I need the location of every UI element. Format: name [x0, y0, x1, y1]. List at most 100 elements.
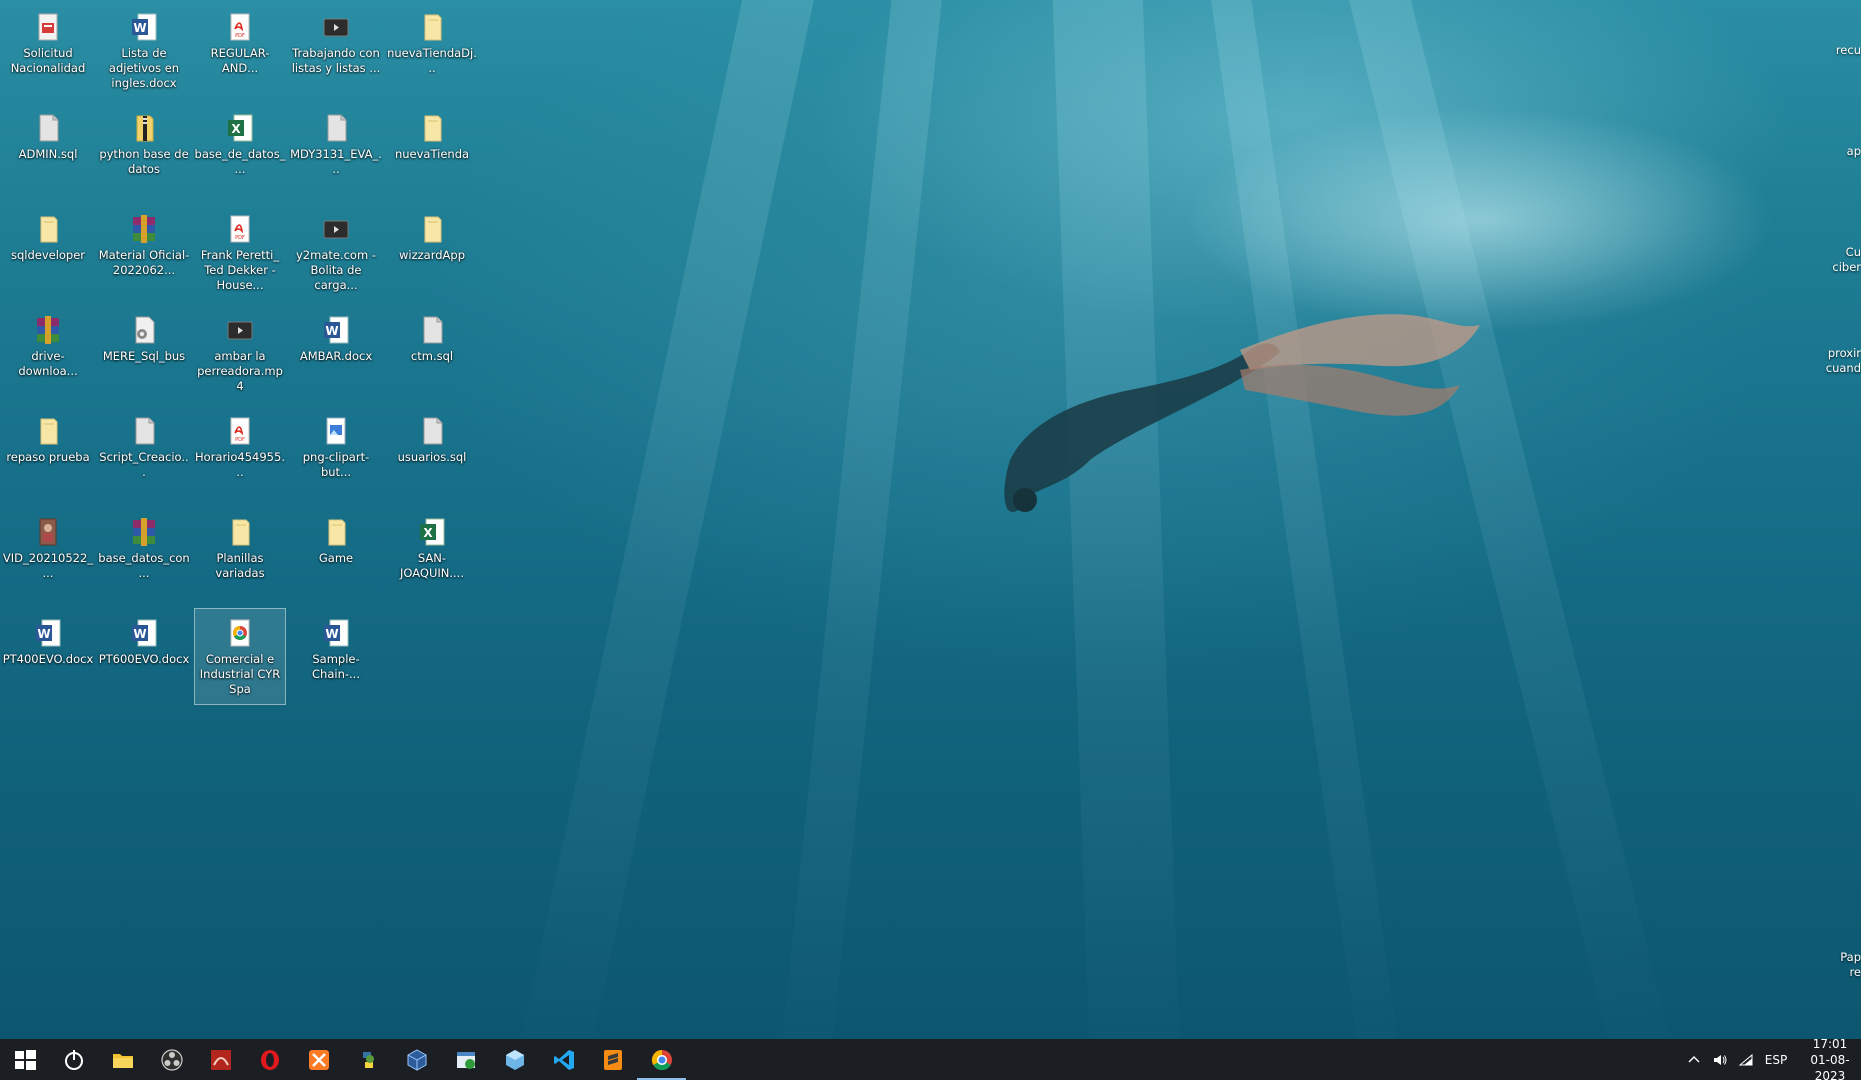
- desktop-icon-label: Planillas variadas: [215, 551, 265, 580]
- desktop-icon[interactable]: Xbase_de_datos_...: [194, 103, 286, 200]
- desktop-icon[interactable]: Material Oficial-2022062...: [98, 204, 190, 301]
- volume-icon[interactable]: [1707, 1039, 1733, 1080]
- desktop-icon-label: ambar la perreadora.mp4: [197, 349, 283, 393]
- desktop-icon-label: Game: [318, 551, 354, 565]
- desktop-icon-label: base_de_datos_...: [194, 147, 286, 176]
- desktop-icon[interactable]: PDF REGULAR-AND...: [194, 2, 286, 99]
- sql-file-icon: [135, 417, 155, 445]
- partial-desktop-label[interactable]: cuand: [1821, 361, 1861, 376]
- taskbar-button[interactable]: [245, 1039, 294, 1080]
- taskbar-button[interactable]: [196, 1039, 245, 1080]
- image-icon: [326, 417, 346, 445]
- start-icon: [14, 1049, 36, 1070]
- desktop-icon[interactable]: W PT600EVO.docx: [98, 608, 190, 705]
- taskbar-button[interactable]: [539, 1039, 588, 1080]
- taskbar-button[interactable]: [343, 1039, 392, 1080]
- word-icon: W: [324, 619, 349, 647]
- vscode-icon: [553, 1049, 574, 1070]
- desktop-icon[interactable]: base_datos_con...: [98, 507, 190, 604]
- partial-desktop-label[interactable]: proxir: [1821, 346, 1861, 361]
- excel-icon: X: [420, 518, 445, 546]
- svg-text:X: X: [231, 122, 241, 136]
- taskbar-button[interactable]: [49, 1039, 98, 1080]
- desktop-icon[interactable]: nuevaTiendaDj...: [386, 2, 478, 99]
- desktop-wallpaper[interactable]: Solicitud Nacionalidad W Lista de adjetivo…: [0, 0, 1861, 1039]
- desktop-icon[interactable]: PDF Frank Peretti_ Ted Dekker - House...: [194, 204, 286, 301]
- input-language-indicator[interactable]: ESP: [1759, 1053, 1793, 1067]
- desktop-icon[interactable]: Game: [290, 507, 382, 604]
- system-tray: ESP 17:01 01-08-2023: [1681, 1037, 1861, 1083]
- taskbar-button[interactable]: [0, 1039, 49, 1080]
- desktop-icon-label: AMBAR.docx: [299, 349, 373, 363]
- network-wifi-icon[interactable]: [1733, 1039, 1759, 1080]
- svg-text:X: X: [423, 526, 433, 540]
- light-ray: [774, 0, 950, 1039]
- desktop-icon[interactable]: sqldeveloper: [2, 204, 94, 301]
- desktop-icon[interactable]: usuarios.sql: [386, 406, 478, 503]
- xampp-icon: [308, 1049, 329, 1070]
- desktop-icon-label: drive-downloa...: [18, 349, 78, 378]
- mysql-workbench-icon: [210, 1049, 231, 1070]
- desktop-icon[interactable]: Script_Creacio...: [98, 406, 190, 503]
- desktop-icon[interactable]: Comercial e Industrial CYR Spa: [194, 608, 286, 705]
- desktop-icon[interactable]: png-clipart-but...: [290, 406, 382, 503]
- desktop-icon[interactable]: VID_20210522_...: [2, 507, 94, 604]
- sublime-text-icon: [603, 1049, 622, 1070]
- desktop-icon-label: Material Oficial-2022062...: [98, 248, 190, 277]
- svg-text:W: W: [133, 21, 146, 35]
- taskbar-button[interactable]: [490, 1039, 539, 1080]
- taskbar-clock[interactable]: 17:01 01-08-2023: [1799, 1036, 1861, 1084]
- desktop-icon[interactable]: PDF Horario454955...: [194, 406, 286, 503]
- partial-desktop-label[interactable]: Pap: [1821, 950, 1861, 965]
- word-icon: W: [324, 316, 349, 344]
- desktop-icon[interactable]: repaso prueba: [2, 406, 94, 503]
- desktop-icon[interactable]: ADMIN.sql: [2, 103, 94, 200]
- desktop-icon[interactable]: X SAN-JOAQUIN....: [386, 507, 478, 604]
- desktop-icon[interactable]: nuevaTienda: [386, 103, 478, 200]
- desktop-icon-label: MDY3131_EVA_...: [290, 147, 382, 176]
- desktop-icon[interactable]: W AMBAR.docx: [290, 305, 382, 402]
- desktop-icon-label: Comercial e Industrial CYR Spa: [199, 652, 281, 696]
- desktop-icon-label: Trabajando con listas y listas ...: [291, 46, 381, 75]
- taskbar-button[interactable]: [147, 1039, 196, 1080]
- video-icon: [323, 18, 349, 37]
- desktop-icon-label: wizzardApp: [398, 248, 465, 262]
- taskbar-button[interactable]: [392, 1039, 441, 1080]
- desktop-icon[interactable]: ctm.sql: [386, 305, 478, 402]
- desktop-icon[interactable]: drive-downloa...: [2, 305, 94, 402]
- desktop-icon[interactable]: ambar la perreadora.mp4: [194, 305, 286, 402]
- taskbar-button[interactable]: [294, 1039, 343, 1080]
- partial-desktop-label[interactable]: ap: [1821, 144, 1861, 159]
- taskbar-button[interactable]: [98, 1039, 147, 1080]
- rar-icon: [133, 518, 155, 546]
- partial-desktop-label[interactable]: Cu: [1821, 245, 1861, 260]
- desktop-icon[interactable]: Planillas variadas: [194, 507, 286, 604]
- partial-desktop-label[interactable]: ciber: [1821, 260, 1861, 275]
- taskbar-button[interactable]: [588, 1039, 637, 1080]
- task-scheduler-icon: [456, 1051, 475, 1069]
- partial-desktop-label[interactable]: re: [1821, 965, 1861, 980]
- desktop-icon-label: ctm.sql: [410, 349, 454, 363]
- desktop-icon-label: REGULAR-AND...: [210, 46, 270, 75]
- desktop-icon[interactable]: y2mate.com - Bolita de carga...: [290, 204, 382, 301]
- desktop-icon-label: VID_20210522_...: [2, 551, 94, 580]
- taskbar-button[interactable]: [441, 1039, 490, 1080]
- taskbar-button[interactable]: [637, 1039, 686, 1080]
- desktop-icon[interactable]: Solicitud Nacionalidad: [2, 2, 94, 99]
- desktop-icon[interactable]: Trabajando con listas y listas ...: [290, 2, 382, 99]
- desktop-icon-label: nuevaTienda: [394, 147, 470, 161]
- desktop-icon[interactable]: MERE_Sql_bus: [98, 305, 190, 402]
- desktop-icon[interactable]: python base de datos: [98, 103, 190, 200]
- desktop-icon[interactable]: W Lista de adjetivos en ingles.docx: [98, 2, 190, 99]
- desktop-icon[interactable]: wizzardApp: [386, 204, 478, 301]
- file-explorer-icon: [112, 1053, 133, 1068]
- netbeans-icon: [505, 1049, 524, 1070]
- word-icon: W: [132, 13, 157, 41]
- show-hidden-icons-chevron-icon[interactable]: [1681, 1039, 1707, 1080]
- partial-desktop-label[interactable]: recu: [1821, 43, 1861, 58]
- clock-date: 01-08-2023: [1810, 1052, 1850, 1083]
- desktop-icon[interactable]: MDY3131_EVA_...: [290, 103, 382, 200]
- desktop-icon[interactable]: W PT400EVO.docx: [2, 608, 94, 705]
- desktop-icon[interactable]: W Sample-Chain-...: [290, 608, 382, 705]
- svg-text:PDF: PDF: [235, 437, 245, 443]
